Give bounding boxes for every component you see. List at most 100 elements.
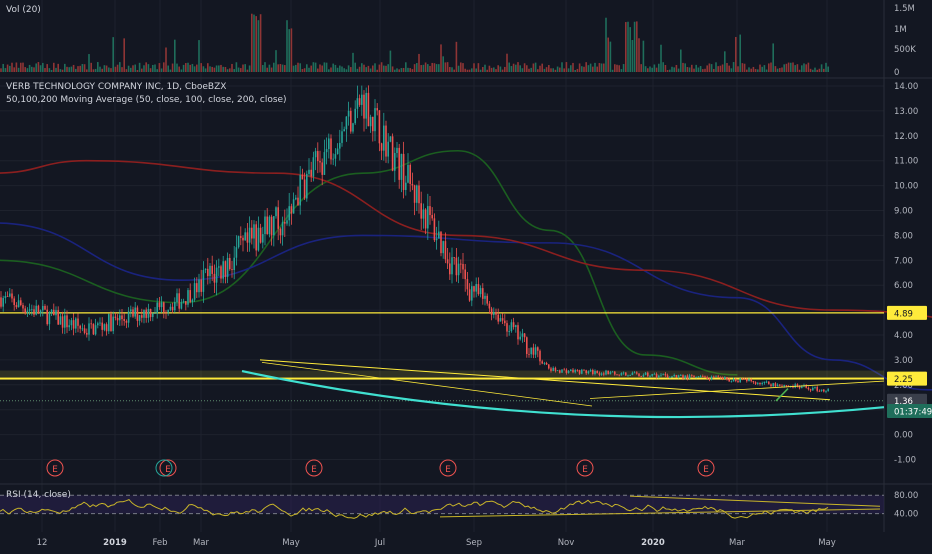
candle-body: [691, 375, 693, 377]
volume-bar: [336, 67, 339, 72]
candle-body: [297, 197, 299, 206]
volume-bar: [816, 69, 818, 72]
volume-bar: [108, 67, 110, 72]
volume-bar: [196, 64, 198, 72]
candle-body: [675, 374, 678, 378]
candle-body: [488, 303, 491, 309]
candle-body: [37, 305, 40, 314]
volume-bar: [814, 67, 816, 72]
volume-bar: [495, 69, 497, 72]
candle-body: [431, 215, 433, 219]
volume-tick-label: 500K: [894, 45, 916, 55]
candle-body: [477, 284, 480, 295]
candle-body: [543, 362, 546, 364]
candle-body: [682, 375, 684, 379]
candle-body: [528, 353, 530, 355]
volume-bar: [240, 68, 242, 72]
candle-body: [77, 318, 79, 326]
volume-bar: [638, 38, 640, 72]
candle-body: [266, 216, 268, 235]
candle-body: [295, 197, 297, 200]
candle-body: [708, 378, 711, 380]
candle-body: [581, 369, 583, 374]
candle-body: [196, 283, 198, 293]
candle-body: [198, 279, 200, 293]
candle-body: [33, 309, 35, 315]
candle-body: [99, 322, 101, 324]
candle-body: [123, 319, 125, 321]
volume-bar: [427, 64, 429, 72]
candle-body: [361, 94, 363, 105]
candle-body: [453, 257, 455, 259]
candle-body: [237, 236, 240, 248]
candle-body: [152, 313, 154, 318]
volume-bar: [163, 62, 165, 72]
candle-body: [187, 290, 189, 305]
volume-bar: [77, 66, 79, 72]
candle-body: [292, 199, 295, 214]
volume-bar: [473, 63, 475, 72]
candle-body: [638, 373, 640, 377]
candle-body: [22, 305, 24, 309]
candle-body: [585, 370, 587, 374]
candle-body: [550, 368, 552, 371]
volume-bar: [642, 40, 645, 72]
candle-body: [464, 269, 466, 280]
candle-body: [138, 315, 141, 321]
volume-bar: [543, 68, 546, 72]
candle-body: [644, 372, 647, 375]
candle-body: [70, 320, 73, 326]
candle-body: [669, 377, 671, 379]
volume-bar: [583, 66, 585, 72]
candle-body: [345, 116, 348, 130]
level-band-2.25: [0, 370, 884, 379]
candle-body: [154, 313, 156, 314]
volume-bar: [776, 68, 779, 72]
candle-body: [761, 383, 763, 385]
time-tick-label: May: [818, 538, 836, 548]
volume-bar: [143, 65, 145, 72]
volume-bar: [189, 64, 191, 72]
volume-bar: [35, 63, 37, 72]
volume-bar: [526, 65, 528, 72]
volume-bar: [530, 67, 532, 72]
candle-body: [574, 370, 576, 373]
volume-bar: [378, 64, 381, 72]
volume-bar: [774, 66, 777, 72]
volume-bar: [803, 63, 805, 72]
volume-bar: [462, 63, 464, 72]
volume-bar: [609, 41, 612, 72]
candle-body: [407, 164, 409, 183]
volume-bar: [807, 62, 810, 72]
candle-body: [462, 263, 464, 270]
volume-bar: [636, 21, 638, 72]
candle-body: [598, 373, 601, 375]
candle-body: [607, 370, 609, 375]
candle-body: [664, 373, 667, 376]
volume-bar: [565, 62, 568, 72]
volume-bar: [290, 28, 293, 72]
volume-bar: [781, 67, 783, 72]
volume-bar: [521, 68, 524, 72]
volume-bar: [587, 65, 590, 72]
volume-bar: [671, 66, 673, 72]
volume-bar: [367, 65, 370, 72]
candle-body: [299, 175, 301, 206]
candle-body: [20, 300, 22, 306]
time-tick-label: Mar: [193, 538, 210, 548]
candle-body: [68, 325, 70, 328]
volume-bar: [130, 67, 132, 72]
candle-body: [451, 257, 453, 275]
candle-body: [484, 295, 486, 299]
candle-body: [620, 373, 623, 376]
candle-body: [182, 301, 185, 303]
volume-bar: [429, 65, 431, 72]
candle-body: [350, 110, 352, 132]
volume-bar: [295, 64, 297, 72]
candle-body: [699, 376, 702, 378]
volume-bar: [2, 63, 4, 72]
volume-bar: [20, 62, 22, 72]
candle-body: [770, 384, 772, 387]
volume-bar: [493, 67, 495, 72]
volume-bar: [202, 66, 205, 72]
